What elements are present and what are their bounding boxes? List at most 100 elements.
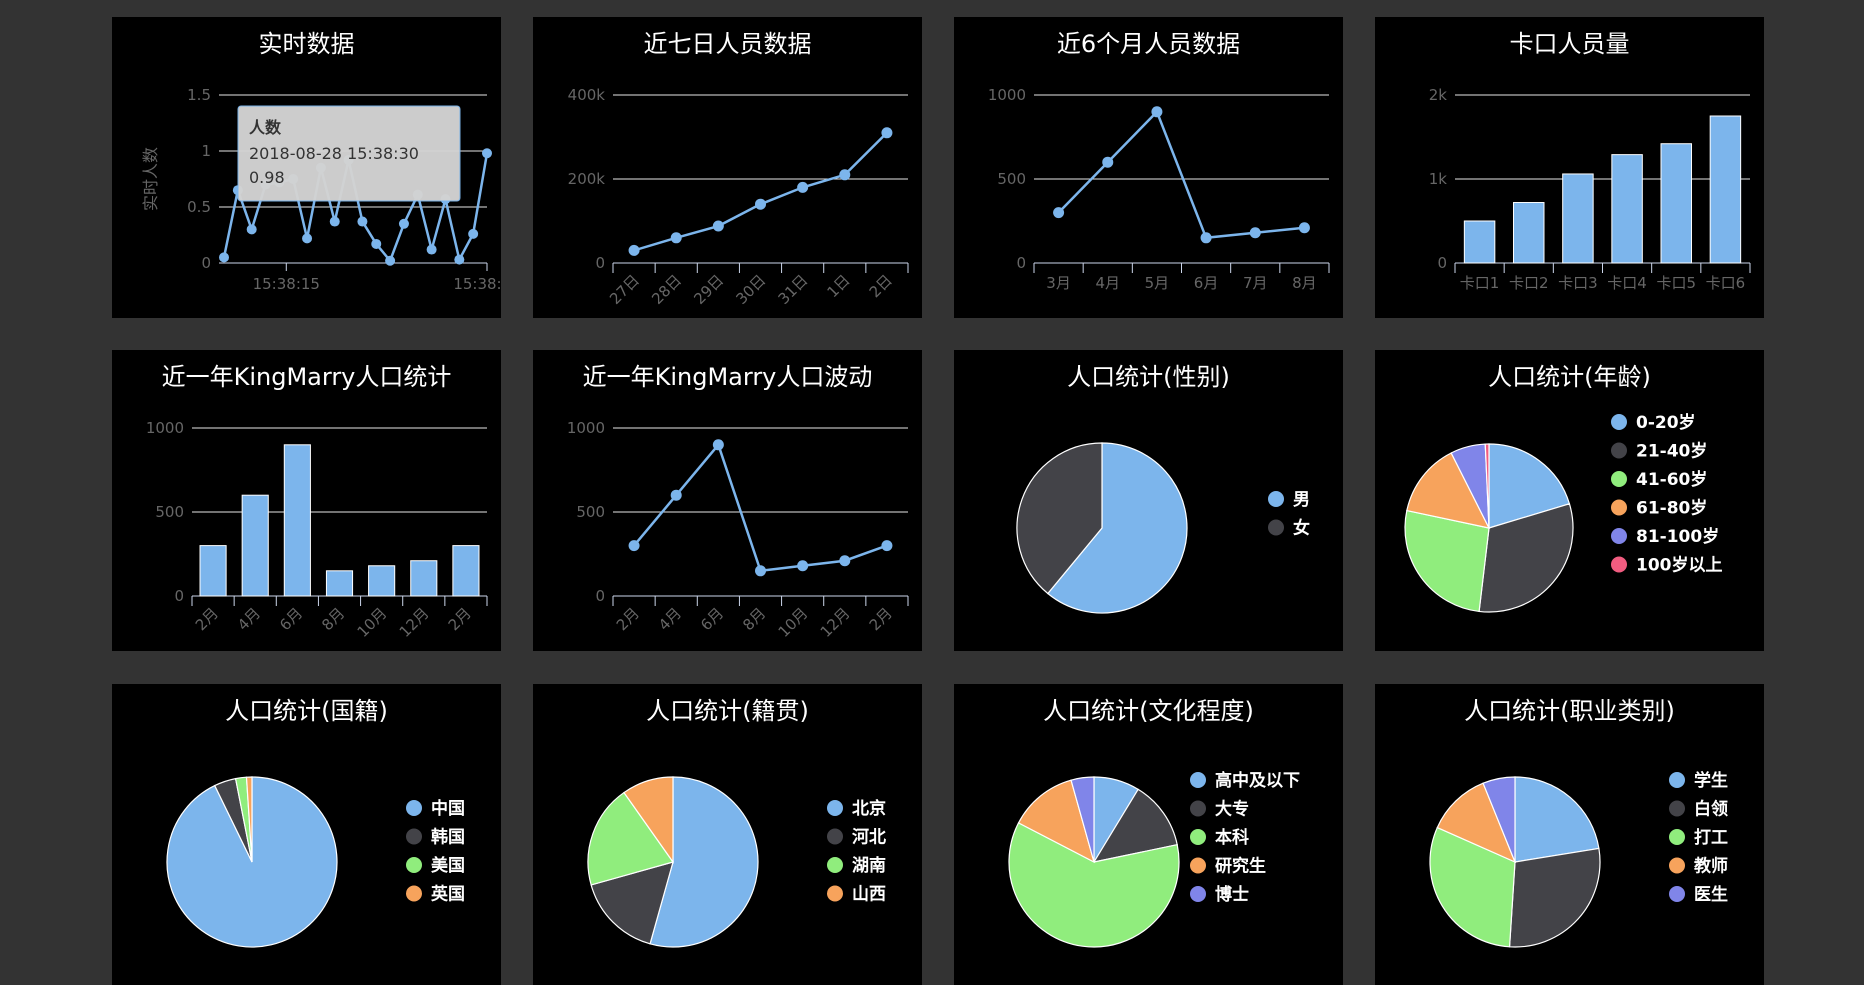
pie-slice[interactable] xyxy=(1508,847,1601,948)
data-point[interactable] xyxy=(1298,222,1310,234)
legend-symbol xyxy=(1611,556,1627,573)
data-point[interactable] xyxy=(1053,207,1065,219)
data-point[interactable] xyxy=(839,169,851,181)
x-tick-label: 29日 xyxy=(690,271,727,308)
data-point[interactable] xyxy=(881,540,893,552)
data-point[interactable] xyxy=(1151,106,1163,118)
legend-item[interactable]: 男 xyxy=(1268,490,1310,510)
bar[interactable] xyxy=(368,565,396,597)
data-point[interactable] xyxy=(426,244,437,255)
data-point[interactable] xyxy=(712,220,724,232)
data-point[interactable] xyxy=(1200,232,1212,244)
data-point[interactable] xyxy=(482,148,492,159)
legend-label: 北京 xyxy=(852,798,886,819)
legend-item[interactable]: 100岁以上 xyxy=(1611,555,1723,576)
legend-item[interactable]: 研究生 xyxy=(1190,856,1266,877)
data-point[interactable] xyxy=(1249,227,1261,239)
x-tick-label: 卡口3 xyxy=(1558,274,1598,292)
legend-item[interactable]: 韩国 xyxy=(406,827,465,848)
bar[interactable] xyxy=(1611,154,1643,264)
legend-item[interactable]: 白领 xyxy=(1669,799,1728,820)
legend-item[interactable]: 打工 xyxy=(1669,827,1728,848)
data-point[interactable] xyxy=(357,216,368,227)
legend-symbol xyxy=(1611,528,1627,544)
data-point[interactable] xyxy=(219,252,229,263)
x-tick-label: 7月 xyxy=(1243,274,1268,292)
legend-item[interactable]: 英国 xyxy=(406,884,465,905)
data-point[interactable] xyxy=(385,255,396,266)
data-point[interactable] xyxy=(246,224,257,235)
legend-symbol xyxy=(1669,800,1685,817)
bar[interactable] xyxy=(283,444,311,597)
data-point[interactable] xyxy=(628,540,640,552)
legend-item[interactable]: 河北 xyxy=(827,828,886,848)
bar[interactable] xyxy=(1513,202,1545,264)
data-point[interactable] xyxy=(712,439,724,451)
bar[interactable] xyxy=(1463,220,1496,264)
legend-item[interactable]: 教师 xyxy=(1669,856,1728,877)
legend-symbol xyxy=(1611,471,1627,487)
data-point[interactable] xyxy=(755,565,766,577)
data-point[interactable] xyxy=(755,198,766,210)
legend-item[interactable]: 0-20岁 xyxy=(1611,412,1696,433)
legend-item[interactable]: 学生 xyxy=(1669,770,1728,791)
legend-symbol xyxy=(1190,772,1206,788)
legend-item[interactable]: 大专 xyxy=(1190,799,1249,820)
bar[interactable] xyxy=(410,560,438,597)
legend-item[interactable]: 博士 xyxy=(1190,884,1249,905)
legend-item[interactable]: 高中及以下 xyxy=(1190,770,1300,791)
legend-item[interactable]: 41-60岁 xyxy=(1611,469,1707,490)
legend-symbol xyxy=(406,828,422,845)
data-point[interactable] xyxy=(302,233,313,244)
data-point[interactable] xyxy=(371,238,382,249)
legend-item[interactable]: 女 xyxy=(1268,518,1310,539)
legend-item[interactable]: 81-100岁 xyxy=(1611,526,1719,547)
bar[interactable] xyxy=(199,545,227,597)
legend-symbol xyxy=(827,857,843,873)
legend-label: 男 xyxy=(1293,490,1310,510)
y-tick-label: 0 xyxy=(1437,254,1447,272)
data-point[interactable] xyxy=(670,232,682,244)
x-tick-label: 5月 xyxy=(1145,274,1170,292)
y-tick-label: 1.5 xyxy=(187,86,211,104)
data-point[interactable] xyxy=(670,489,682,501)
legend-item[interactable]: 本科 xyxy=(1190,827,1249,848)
legend-item[interactable]: 中国 xyxy=(406,798,465,819)
bar[interactable] xyxy=(325,570,354,597)
data-point[interactable] xyxy=(839,555,851,567)
data-point[interactable] xyxy=(398,218,409,229)
legend-item[interactable]: 美国 xyxy=(406,855,465,876)
x-tick-label: 6月 xyxy=(1194,274,1219,292)
data-point[interactable] xyxy=(329,216,340,227)
bar[interactable] xyxy=(241,494,269,597)
data-point[interactable] xyxy=(797,181,809,193)
data-point[interactable] xyxy=(468,228,479,239)
data-point[interactable] xyxy=(628,244,640,256)
data-point[interactable] xyxy=(454,254,465,265)
legend-item[interactable]: 北京 xyxy=(827,798,886,819)
x-tick-label: 28日 xyxy=(648,271,685,308)
legend-symbol xyxy=(827,800,843,816)
data-point[interactable] xyxy=(1102,156,1114,168)
legend-item[interactable]: 医生 xyxy=(1669,884,1728,905)
legend-label: 本科 xyxy=(1215,827,1249,848)
legend-item[interactable]: 山西 xyxy=(827,885,886,905)
legend-item[interactable]: 61-80岁 xyxy=(1611,498,1707,519)
legend-symbol xyxy=(1611,442,1627,459)
bar[interactable] xyxy=(1709,115,1742,264)
legend-item[interactable]: 21-40岁 xyxy=(1611,441,1707,462)
data-point[interactable] xyxy=(881,127,893,139)
yearly-stats-chart-card: 近一年KingMarry人口统计 0 500 1000 2月 4月 6月 8月 10月 12月 2月 xyxy=(112,350,501,651)
bar[interactable] xyxy=(1660,143,1692,264)
gender-pie-card: 人口统计(性别) 男女 xyxy=(954,350,1343,651)
pie-slice[interactable] xyxy=(1514,776,1600,863)
legend-label: 山西 xyxy=(852,885,886,905)
chart-title: 近6个月人员数据 xyxy=(1057,30,1240,58)
x-tick-label: 2日 xyxy=(866,271,896,301)
data-point[interactable] xyxy=(797,560,809,572)
legend-item[interactable]: 湖南 xyxy=(827,855,886,876)
bar[interactable] xyxy=(452,545,480,597)
checkpoint-chart-card: 卡口人员量 0 1k 2k 卡口1 卡口2 卡口3 卡口4 卡口5 卡口6 xyxy=(1375,17,1764,318)
bar[interactable] xyxy=(1562,173,1594,264)
chart-svg: 人口统计(年龄) 0-20岁 21-40岁 41-60岁 61-80岁 81-100岁 10… xyxy=(1404,363,1723,613)
